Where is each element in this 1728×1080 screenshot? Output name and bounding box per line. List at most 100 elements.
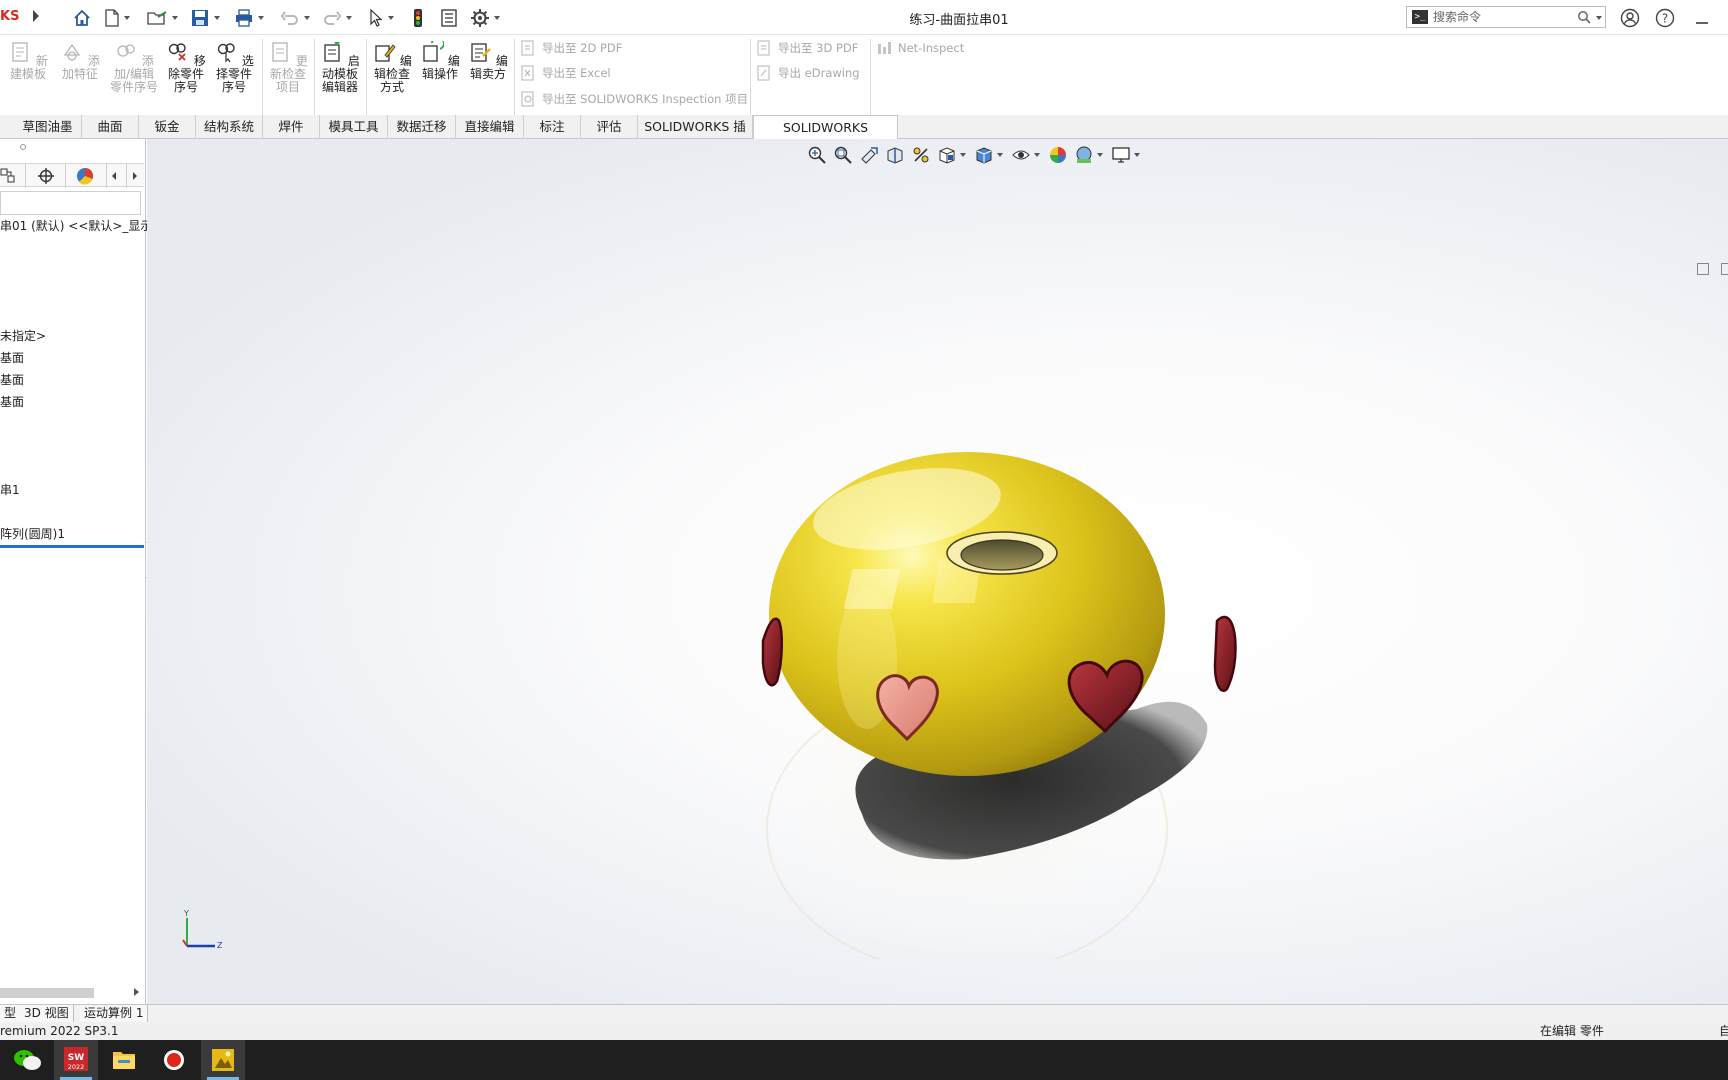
net-inspect-icon bbox=[878, 42, 891, 54]
export-inspection-project-button[interactable]: 导出至 SOLIDWORKS Inspection 项目 bbox=[520, 89, 748, 109]
tab-solidworks-addins[interactable]: SOLIDWORKS 插件 bbox=[638, 115, 753, 157]
export-edrawing-button[interactable]: 导出 eDrawing bbox=[756, 63, 860, 83]
dynamic-annotation-icon[interactable] bbox=[911, 145, 931, 165]
tree-item-circular-pattern[interactable]: 阵列(圆周)1 bbox=[0, 526, 65, 542]
edit-inspection-method-button[interactable]: 编辑检查方式 bbox=[370, 41, 414, 94]
edit-vendor-button[interactable]: 编辑卖方 bbox=[466, 41, 510, 81]
display-manager-color-icon[interactable] bbox=[76, 167, 94, 185]
user-account-icon[interactable] bbox=[1620, 8, 1640, 28]
export-3d-pdf-button[interactable]: 导出至 3D PDF bbox=[756, 38, 858, 58]
search-icon[interactable] bbox=[1577, 10, 1591, 24]
tree-horizontal-scrollbar[interactable] bbox=[0, 985, 144, 999]
apply-scene-icon[interactable] bbox=[1074, 145, 1094, 165]
tab-model[interactable]: 型 bbox=[0, 1005, 22, 1022]
scroll-right-arrow-icon[interactable] bbox=[134, 988, 139, 996]
configuration-manager-icon[interactable] bbox=[0, 167, 18, 185]
options-gear-icon[interactable] bbox=[470, 7, 500, 29]
tab-3d-views[interactable]: 3D 视图 bbox=[20, 1005, 74, 1022]
image-viewer-icon[interactable] bbox=[201, 1040, 245, 1080]
add-edit-balloon-button[interactable]: 添加/编辑零件序号 bbox=[110, 41, 158, 94]
tab-data-migration[interactable]: 数据迁移 bbox=[388, 115, 456, 139]
model-view-tabs: 型 3D 视图 运动算例 1 bbox=[0, 1004, 1728, 1022]
svg-text:SW: SW bbox=[68, 1053, 84, 1063]
update-check-items-button[interactable]: 更新检查项目 bbox=[266, 41, 310, 94]
search-input[interactable] bbox=[1433, 10, 1573, 24]
update-items-icon bbox=[272, 42, 288, 62]
tree-root-part[interactable]: 串01 (默认) <<默认>_显示 bbox=[0, 218, 152, 234]
panel-scroll-right-button[interactable] bbox=[126, 164, 142, 188]
search-options-chevron-icon[interactable] bbox=[1596, 16, 1602, 20]
ribbon-separator bbox=[514, 39, 515, 115]
feature-tree-filter[interactable] bbox=[0, 191, 141, 215]
tab-surfaces[interactable]: 曲面 bbox=[82, 115, 139, 139]
view-orientation-icon[interactable] bbox=[937, 145, 957, 165]
viewport-tile-icon[interactable] bbox=[1697, 263, 1709, 275]
new-document-icon[interactable] bbox=[104, 7, 130, 29]
hide-show-items-icon[interactable] bbox=[1011, 145, 1031, 165]
screen-recorder-icon[interactable] bbox=[152, 1040, 196, 1080]
tab-mold-tools[interactable]: 模具工具 bbox=[320, 115, 388, 139]
edit-operation-button[interactable]: 编辑操作 bbox=[418, 36, 462, 81]
remove-balloon-button[interactable]: 移除零件序号 bbox=[164, 41, 208, 94]
select-cursor-icon[interactable] bbox=[368, 7, 394, 29]
select-balloon-button[interactable]: 选择零件序号 bbox=[212, 41, 256, 94]
pdf-3d-export-icon bbox=[757, 40, 770, 56]
rollback-bar[interactable] bbox=[0, 545, 144, 548]
panel-scroll-left-button[interactable] bbox=[106, 164, 122, 188]
edit-appearance-icon[interactable] bbox=[1048, 145, 1068, 165]
scrollbar-thumb[interactable] bbox=[0, 988, 94, 998]
print-icon[interactable] bbox=[234, 7, 264, 29]
menu-expand-arrow-icon[interactable] bbox=[33, 10, 39, 22]
dimxpert-crosshair-icon[interactable] bbox=[37, 167, 55, 185]
status-units[interactable]: 自 bbox=[1719, 1022, 1728, 1040]
select-balloon-icon bbox=[217, 43, 235, 63]
export-excel-button[interactable]: 导出至 Excel bbox=[520, 63, 611, 83]
tab-markup[interactable]: 标注 bbox=[524, 115, 581, 139]
new-template-button[interactable]: 新建模板 bbox=[6, 41, 50, 81]
tree-item-top-plane[interactable]: 基面 bbox=[0, 372, 24, 388]
section-view-icon[interactable] bbox=[885, 145, 905, 165]
tab-motion-study-1[interactable]: 运动算例 1 bbox=[80, 1005, 149, 1022]
help-icon[interactable]: ? bbox=[1655, 8, 1675, 28]
previous-view-icon[interactable] bbox=[859, 145, 879, 165]
heads-up-view-toolbar bbox=[807, 143, 1142, 167]
command-search[interactable]: >_ bbox=[1406, 6, 1606, 28]
file-explorer-icon[interactable] bbox=[102, 1040, 146, 1080]
home-icon[interactable] bbox=[72, 7, 92, 29]
display-style-icon[interactable] bbox=[974, 145, 994, 165]
tab-sketch-ink[interactable]: 草图油墨 bbox=[14, 115, 82, 139]
save-icon[interactable] bbox=[190, 7, 220, 29]
view-settings-monitor-icon[interactable] bbox=[1111, 145, 1131, 165]
solidworks-2022-icon[interactable]: SW 2022 bbox=[54, 1040, 98, 1080]
part-model-bead[interactable] bbox=[637, 359, 1337, 959]
panel-grip-icon[interactable] bbox=[20, 144, 26, 150]
tab-solidworks-inspection[interactable]: SOLIDWORKS Inspection bbox=[753, 115, 898, 158]
net-inspect-button[interactable]: Net-Inspect bbox=[876, 38, 964, 58]
file-properties-icon[interactable] bbox=[440, 7, 458, 29]
tree-item-material[interactable]: 未指定> bbox=[0, 328, 46, 344]
add-feature-button[interactable]: 添加特征 bbox=[58, 41, 102, 81]
open-folder-icon[interactable] bbox=[146, 7, 178, 29]
tab-evaluate[interactable]: 评估 bbox=[581, 115, 638, 139]
tree-item-front-plane[interactable]: 基面 bbox=[0, 350, 24, 366]
tab-weldments[interactable]: 焊件 bbox=[263, 115, 320, 139]
redo-icon[interactable] bbox=[322, 7, 352, 29]
wechat-icon[interactable] bbox=[6, 1040, 50, 1080]
export-2d-pdf-button[interactable]: 导出至 2D PDF bbox=[520, 38, 622, 58]
template-editor-button[interactable]: 启动模板编辑器 bbox=[318, 41, 362, 94]
tree-item-feature-1[interactable]: 串1 bbox=[0, 482, 20, 498]
tab-direct-editing[interactable]: 直接编辑 bbox=[456, 115, 524, 139]
zoom-to-area-icon[interactable] bbox=[833, 145, 853, 165]
rebuild-traffic-light-icon[interactable] bbox=[412, 7, 424, 29]
command-manager-tabs: 草图油墨 曲面 钣金 结构系统 焊件 模具工具 数据迁移 直接编辑 标注 评估 … bbox=[0, 115, 1728, 158]
editing-status: 在编辑 零件 bbox=[1540, 1024, 1604, 1038]
viewport-maximize-icon[interactable] bbox=[1721, 263, 1728, 275]
heart-emboss-left-edge bbox=[761, 617, 783, 687]
minimize-icon[interactable] bbox=[1692, 8, 1712, 28]
undo-icon[interactable] bbox=[280, 7, 310, 29]
zoom-to-fit-icon[interactable] bbox=[807, 145, 827, 165]
tree-item-right-plane[interactable]: 基面 bbox=[0, 394, 24, 410]
tab-structure-system[interactable]: 结构系统 bbox=[196, 115, 263, 139]
tab-sheet-metal[interactable]: 钣金 bbox=[139, 115, 196, 139]
graphics-area[interactable]: Y Z bbox=[147, 139, 1728, 1004]
